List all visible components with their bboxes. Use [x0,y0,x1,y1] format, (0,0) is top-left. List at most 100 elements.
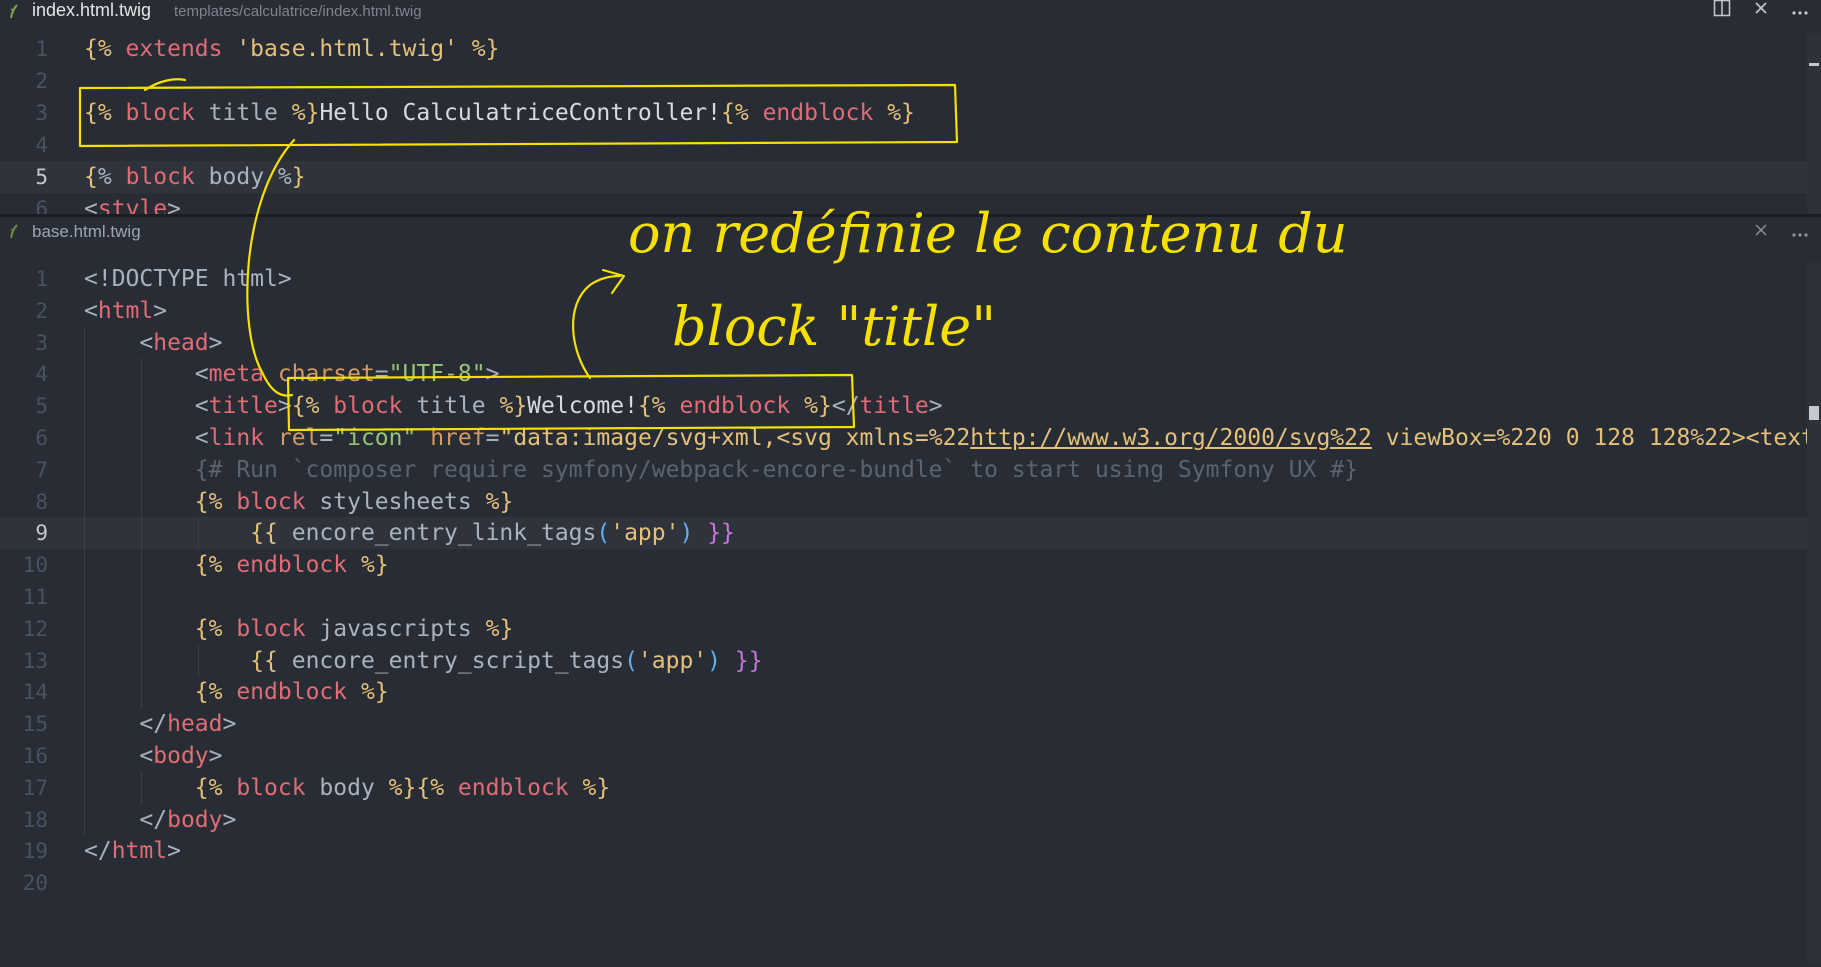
code-token: ( [596,520,611,547]
code-token: link [208,425,265,451]
code-token: < [84,425,209,451]
code-line[interactable]: 17 {% block body %}{% endblock %} [0,772,1821,804]
line-number: 19 [22,839,48,864]
code-token: {% [84,36,112,62]
editor-pane-base[interactable]: base.html.twig 1 <!DOCTYPE html> 2 <html> 3 … [0,218,1821,967]
code-line[interactable]: 5 {% block body %} [0,161,1821,193]
code-token: "UTF-8" [388,361,486,388]
code-text: {% extends 'base.html.twig' %} [84,33,499,65]
code-token: html [111,838,168,865]
code-token: = [374,361,389,388]
code-line[interactable]: 3 <head> [0,327,1821,359]
code-token: style [97,196,168,216]
code-text: <body> [84,740,223,772]
code-token: 'app' [637,647,708,674]
code-line[interactable]: 16 <body> [0,740,1821,772]
code-token: block [222,615,320,642]
code-token: {% [291,393,320,420]
code-line[interactable]: 13 {{ encore_entry_script_tags('app') }} [0,645,1821,677]
code-token: %} [471,488,514,515]
line-number: 6 [35,197,48,216]
code-line[interactable]: 4 [0,129,1821,161]
code-text: {{ encore_entry_script_tags('app') }} [84,645,763,677]
code-token: {% [194,615,223,642]
code-text: <title>{% block title %}Welcome!{% endbl… [84,390,943,422]
code-line[interactable]: 6 <link rel="icon" href="data:image/svg+… [0,422,1821,454]
code-line[interactable]: 10 {% endblock %} [0,549,1821,581]
code-text: {% block body %}{% endblock %} [84,772,610,804]
code-line[interactable]: 6 <style> [0,193,1821,216]
line-number: 12 [22,616,48,641]
more-icon[interactable] [1791,222,1809,244]
code-token: > [208,329,223,356]
code-token: {% [84,100,112,126]
code-line[interactable]: 7 {# Run `composer require symfony/webpa… [0,454,1821,486]
editor-tab-filename[interactable]: index.html.twig [32,0,151,21]
code-line[interactable]: 18 </body> [0,804,1821,836]
twig-file-icon [10,4,18,19]
editor-header: index.html.twig templates/calculatrice/i… [0,0,1821,23]
code-token: "icon" [333,425,417,451]
code-token: head [167,711,223,738]
code-line[interactable]: 1 {% extends 'base.html.twig' %} [0,33,1821,65]
code-line[interactable]: 2 <html> [0,295,1821,327]
code-line[interactable]: 3 {% block title %}Hello CalculatriceCont… [0,97,1821,129]
code-line[interactable]: 12 {% block javascripts %} [0,613,1821,645]
close-icon[interactable] [1753,222,1769,244]
code-token: http://www.w3.org/2000/svg%22 [970,425,1372,451]
code-token: { [84,164,98,190]
code-token: {% [416,774,445,801]
code-token: %} [804,393,832,420]
code-token: > [153,297,168,324]
editor-tab-filename[interactable]: base.html.twig [32,222,141,242]
split-editor-icon[interactable] [1713,0,1731,23]
code-token: encore_entry_script_tags [277,647,625,674]
code-token: }} [721,647,763,674]
code-line[interactable]: 2 [0,65,1821,97]
code-line[interactable]: 11 [0,581,1821,613]
code-token: meta [208,361,265,388]
code-token: block [222,774,320,801]
editor-pane-index[interactable]: index.html.twig templates/calculatrice/i… [0,0,1821,216]
code-token: < [84,361,209,388]
code-token: < [84,393,209,420]
editor-header: base.html.twig [0,218,1821,241]
code-text: {# Run `composer require symfony/webpack… [84,454,1358,486]
code-text: {% block stylesheets %} [84,486,514,518]
code-token: % [277,164,292,190]
code-token: {% [637,393,666,420]
line-number: 2 [35,298,48,323]
line-number: 8 [35,489,48,514]
indent-guide [198,517,199,550]
code-token: stylesheets [319,488,472,515]
more-icon[interactable] [1791,0,1809,22]
split-divider[interactable] [0,214,1821,217]
code-line[interactable]: 9 {{ encore_entry_link_tags('app') }} [0,517,1821,550]
editor-actions [1753,222,1809,244]
scrollbar[interactable] [1807,33,1821,214]
code-text: <html> [84,295,167,327]
line-number: 15 [22,712,48,737]
code-line[interactable]: 19 </html> [0,835,1821,867]
twig-file-icon [10,224,18,239]
code-token: Hello CalculatriceController! [319,100,722,126]
code-line[interactable]: 14 {% endblock %} [0,676,1821,708]
code-line[interactable]: 8 {% block stylesheets %} [0,486,1821,518]
close-icon[interactable] [1753,0,1769,22]
code-token: > [167,196,181,216]
code-token: > [208,743,223,769]
code-token: > [167,838,181,865]
code-line[interactable]: 4 <meta charset="UTF-8"> [0,358,1821,390]
code-line[interactable]: 1 <!DOCTYPE html> [0,263,1821,295]
scrollbar[interactable] [1807,263,1821,963]
code-token: %} [457,36,500,62]
line-number: 3 [35,101,48,125]
code-token: body [208,164,278,190]
code-token: < [84,743,154,769]
code-token: endblock [222,552,361,579]
code-text: {% block title %}Hello CalculatriceContr… [84,97,915,129]
code-line[interactable]: 20 [0,867,1821,899]
code-line[interactable]: 15 </head> [0,708,1821,740]
code-line[interactable]: 5 <title>{% block title %}Welcome!{% end… [0,390,1821,422]
